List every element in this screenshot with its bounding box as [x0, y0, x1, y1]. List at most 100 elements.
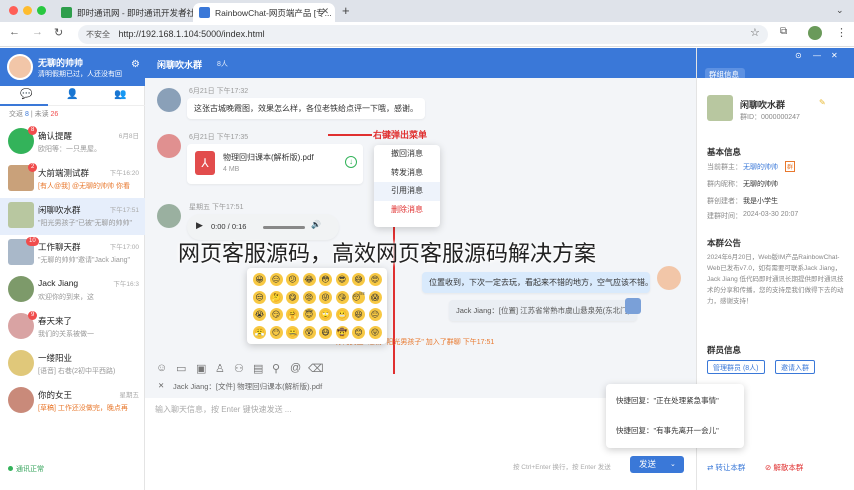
manage-members-button[interactable]: 管理群员 (8人) — [707, 360, 765, 374]
emoji-option[interactable]: 😑 — [269, 273, 283, 286]
dissolve-group-button[interactable]: ⊘ 解散本群 — [765, 462, 803, 473]
forward-icon[interactable]: → — [32, 26, 43, 38]
emoji-option[interactable]: 🤐 — [286, 325, 299, 339]
mention-icon[interactable]: @ — [290, 362, 301, 374]
emoji-option[interactable]: 😤 — [253, 325, 266, 339]
emoji-option[interactable]: 😘 — [335, 290, 349, 304]
browser-menu-icon[interactable]: ⋮ — [836, 26, 847, 39]
group-card-icon[interactable]: ⚇ — [234, 362, 244, 375]
send-options-chevron-icon[interactable]: ⌄ — [670, 456, 676, 473]
emoji-option[interactable]: 😀 — [253, 273, 266, 286]
quick-reply-item[interactable]: 快捷回复："有事先离开一会儿" — [616, 425, 719, 436]
new-tab-button[interactable]: + — [342, 3, 350, 18]
minimize-window-dot[interactable] — [23, 6, 32, 15]
menu-item-forward[interactable]: 转发消息 — [374, 164, 440, 183]
message-bubble[interactable]: 这张古城晚霞图，效果怎么样，各位老铁给点评一下哦，感谢。 — [187, 98, 425, 119]
emoji-option[interactable]: 😛 — [368, 325, 382, 339]
folder-icon[interactable]: ▭ — [176, 362, 186, 375]
file-message-bubble[interactable]: ⅄ 物理回归课本(解析版).pdf 4 MB ↓ — [187, 144, 363, 184]
settings-gear-icon[interactable]: ⚙ — [131, 59, 140, 70]
sender-avatar[interactable] — [157, 134, 181, 158]
emoji-option[interactable]: 😂 — [302, 273, 316, 286]
menu-item-recall[interactable]: 撤回消息 — [374, 145, 440, 164]
emoji-option[interactable]: 😊 — [352, 325, 365, 339]
conversation-item[interactable]: 8 确认提醒 6月8日 欧阳等：一只黑屋。 — [0, 124, 145, 161]
browser-tab-1[interactable]: 即时通讯网 - 即时通讯开发者社 ✕ — [55, 3, 193, 22]
close-icon[interactable]: ✕ — [831, 51, 838, 60]
emoji-option[interactable]: 😳 — [319, 273, 332, 286]
emoji-option[interactable]: 😇 — [302, 308, 316, 321]
sender-avatar[interactable] — [157, 88, 181, 112]
play-icon[interactable]: ▶ — [196, 220, 203, 231]
url-field[interactable]: 不安全 http://192.168.1.104:5000/index.html — [78, 25, 768, 44]
emoji-option[interactable]: 😐 — [368, 308, 382, 321]
edit-icon[interactable]: ✎ — [819, 98, 826, 107]
emoji-option[interactable]: 😒 — [253, 290, 266, 304]
send-button[interactable]: 发送 ⌄ — [630, 456, 684, 473]
bookmark-star-icon[interactable]: ☆ — [750, 26, 760, 39]
sender-avatar[interactable] — [157, 204, 181, 228]
profile-avatar-icon[interactable] — [808, 26, 822, 40]
emoji-option[interactable]: 😱 — [368, 290, 382, 304]
conversation-item[interactable]: 10 工作聊天群 下午17:00 "无聊的帅帅"邀请"Jack Jiang" — [0, 235, 145, 272]
close-tab-icon[interactable]: ✕ — [321, 6, 329, 17]
extensions-icon[interactable]: ⧉ — [780, 26, 787, 37]
emoji-option[interactable]: 😜 — [319, 290, 332, 304]
emoji-option[interactable]: 😬 — [335, 308, 349, 321]
emoji-option[interactable]: 😏 — [269, 308, 283, 321]
invite-button[interactable]: 邀请入群 — [775, 360, 815, 374]
emoji-option[interactable]: 🤗 — [286, 308, 299, 321]
emoji-option[interactable]: 🤔 — [269, 290, 283, 304]
pin-icon[interactable]: ⊙ — [795, 51, 802, 60]
browser-tab-2[interactable]: RainbowChat-网页端产品 [专... ✕ — [193, 3, 335, 22]
location-message[interactable]: Jack Jiang：[位置] 江苏省常熟市虞山悬泉苑(东北门) — [449, 300, 638, 321]
clear-icon[interactable]: ⌫ — [308, 362, 324, 375]
transfer-group-button[interactable]: ⇄ 转让本群 — [707, 462, 745, 473]
emoji-option[interactable]: 😋 — [286, 290, 299, 304]
minimize-icon[interactable]: — — [813, 51, 821, 60]
emoji-option[interactable]: 😡 — [302, 290, 316, 304]
conversation-item[interactable]: 你的女王 星期五 [草稿] 工作还没做完，晚点再 — [0, 383, 145, 420]
close-tab-icon[interactable]: ✕ — [179, 6, 187, 17]
close-window-dot[interactable] — [9, 6, 18, 15]
conversation-item-active[interactable]: 闲聊吹水群 下午17:51 "阳光男孩子"已被"无聊的帅帅" — [0, 198, 145, 235]
back-icon[interactable]: ← — [9, 26, 20, 38]
conversation-item[interactable]: 2 大前端测试群 下午16:20 [有人@我] @无聊的帅帅 你看 — [0, 161, 145, 198]
maximize-window-dot[interactable] — [37, 6, 46, 15]
location-pin-icon[interactable]: ⚲ — [272, 362, 280, 375]
emoji-option[interactable]: 😆 — [352, 308, 365, 321]
image-icon[interactable]: ▣ — [196, 362, 206, 375]
emoji-option[interactable]: 😷 — [319, 325, 332, 339]
emoji-option[interactable]: 😍 — [368, 273, 382, 286]
group-avatar-large[interactable] — [707, 95, 733, 121]
emoji-option[interactable]: 😎 — [335, 273, 349, 286]
emoji-option[interactable]: 😶 — [269, 325, 283, 339]
close-quote-icon[interactable]: ✕ — [158, 381, 164, 390]
tab-contacts-icon[interactable]: 👤 — [66, 89, 78, 100]
emoji-option[interactable]: 🙄 — [319, 308, 332, 321]
audio-progress-bar[interactable] — [263, 226, 305, 229]
emoji-icon[interactable]: ☺ — [156, 362, 167, 374]
file-send-icon[interactable]: ▤ — [253, 362, 263, 375]
my-message-bubble[interactable]: 位置收到，下次一定去玩，看起来不错的地方，空气应该不错。 — [422, 272, 650, 293]
emoji-option[interactable]: 😅 — [352, 273, 365, 286]
contact-card-icon[interactable]: ♙ — [215, 362, 225, 375]
emoji-option[interactable]: 😴 — [352, 290, 365, 304]
menu-item-delete[interactable]: 删除消息 — [374, 201, 440, 220]
emoji-option[interactable]: 😵 — [302, 325, 316, 339]
emoji-option[interactable]: 🤠 — [335, 325, 349, 339]
tab-list-icon[interactable]: ⌄ — [836, 5, 844, 16]
conversation-item[interactable]: 9 春天来了 我们的关系被做一 — [0, 309, 145, 346]
quick-reply-item[interactable]: 快捷回复："正在处理紧急事情" — [616, 395, 719, 406]
emoji-option[interactable]: 😕 — [286, 273, 299, 286]
my-avatar[interactable] — [7, 54, 33, 80]
download-icon[interactable]: ↓ — [345, 156, 357, 168]
reload-icon[interactable]: ↻ — [54, 26, 63, 39]
conversation-item[interactable]: Jack Jiang 下午16:3 欢迎你的到来，这 — [0, 272, 145, 309]
tab-groups-icon[interactable]: 👥 — [114, 89, 126, 100]
emoji-option[interactable]: 😭 — [253, 308, 266, 321]
menu-item-quote[interactable]: 引用消息 — [374, 182, 440, 201]
conversation-item[interactable]: 一缕阳业 [语音] 右巷(2初中平西路) — [0, 346, 145, 383]
tab-messages-icon[interactable]: 💬 — [20, 89, 32, 100]
volume-icon[interactable]: 🔊 — [311, 220, 321, 229]
